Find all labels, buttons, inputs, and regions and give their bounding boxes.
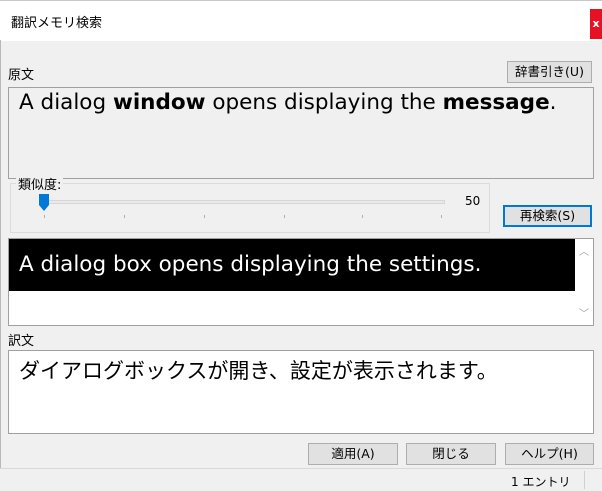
similarity-label: 類似度: [16,174,64,193]
translation-label: 訳文 [8,334,35,349]
slider-tick [204,215,205,218]
slider-tick [284,215,285,218]
research-button[interactable]: 再検索(S) [503,205,592,227]
slider-tick [362,215,363,218]
entry-count: 1 エントリ [511,475,571,489]
source-text-segment: opens displaying the [205,90,443,115]
similarity-slider-thumb[interactable] [38,194,50,212]
source-label: 原文 [8,68,35,83]
window-border [0,40,1,468]
similarity-slider-track[interactable] [40,200,445,204]
source-text-segment: . [549,90,557,115]
slider-tick [441,215,442,218]
help-button[interactable]: ヘルプ(H) [505,443,594,465]
translation-text-box[interactable]: ダイアログボックスが開き、設定が表示されます。 [8,350,594,434]
window-title: 翻訳メモリ検索 [11,16,103,31]
status-separator [584,471,585,489]
match-list-scrollbar[interactable]: ︿ ﹀ [575,239,593,325]
scroll-down-icon[interactable]: ﹀ [578,309,590,321]
status-bar: 1 エントリ [0,468,602,491]
slider-tick [124,215,125,218]
dictionary-lookup-button[interactable]: 辞書引き(U) [507,61,592,83]
slider-tick [44,215,45,218]
close-window-button[interactable]: x [590,9,602,39]
source-text-segment: window [112,90,206,115]
apply-button[interactable]: 適用(A) [308,443,398,465]
source-text-segment: message [442,90,550,115]
source-text-box[interactable]: A dialog window opens displaying the mes… [8,87,594,179]
title-bar: 翻訳メモリ検索 x [0,0,602,41]
similarity-value: 50 [465,194,481,208]
scroll-up-icon[interactable]: ︿ [578,247,590,259]
similarity-group [10,183,490,233]
match-list[interactable]: A dialog box opens displaying the settin… [8,238,594,326]
source-text-segment: A dialog [19,90,113,115]
close-button[interactable]: 閉じる [406,443,496,465]
match-item-selected[interactable]: A dialog box opens displaying the settin… [9,239,575,291]
